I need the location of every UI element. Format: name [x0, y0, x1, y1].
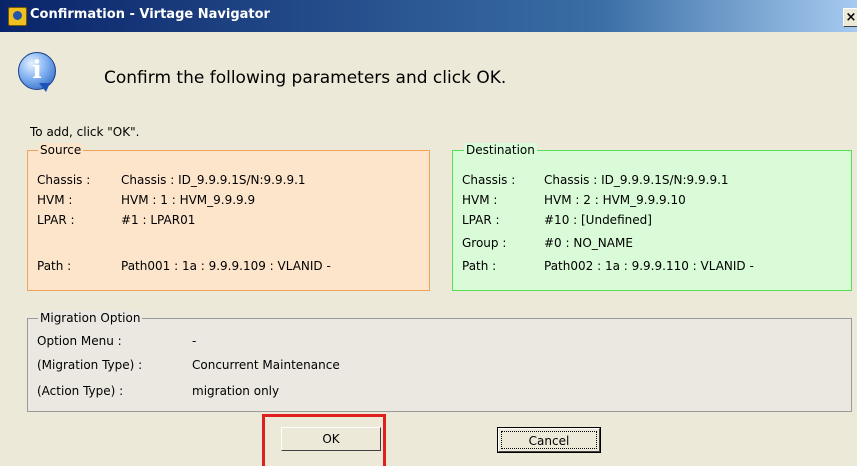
source-value-path: Path001 : 1a : 9.9.9.109 : VLANID -: [121, 259, 331, 273]
destination-label-group: Group :: [462, 236, 507, 250]
cancel-button[interactable]: Cancel: [497, 427, 601, 453]
cancel-button-label: Cancel: [501, 431, 597, 449]
migration-value-action-type: migration only: [192, 384, 280, 398]
confirmation-dialog: Confirmation - Virtage Navigator × i Con…: [0, 0, 857, 466]
destination-value-chassis: Chassis : ID_9.9.9.1S/N:9.9.9.1: [544, 173, 729, 187]
destination-label-lpar: LPAR :: [462, 213, 500, 227]
migration-option-group: Migration Option Option Menu : - (Migrat…: [27, 311, 852, 412]
source-value-hvm: HVM : 1 : HVM_9.9.9.9: [121, 193, 256, 207]
migration-legend: Migration Option: [38, 311, 143, 326]
source-value-lpar: #1 : LPAR01: [121, 213, 196, 227]
source-group: Source Chassis : Chassis : ID_9.9.9.1S/N…: [27, 143, 430, 291]
destination-value-lpar: #10 : [Undefined]: [544, 213, 652, 227]
migration-label-option-menu: Option Menu :: [37, 334, 122, 348]
destination-group: Destination Chassis : Chassis : ID_9.9.9…: [452, 143, 852, 291]
info-glyph: i: [32, 55, 42, 84]
close-button[interactable]: ×: [843, 8, 857, 27]
destination-value-path: Path002 : 1a : 9.9.9.110 : VLANID -: [544, 259, 754, 273]
source-label-lpar: LPAR :: [37, 213, 75, 227]
destination-label-path: Path :: [462, 259, 497, 273]
source-label-path: Path :: [37, 259, 72, 273]
info-icon-tail: [39, 83, 50, 92]
destination-label-hvm: HVM :: [462, 193, 498, 207]
migration-label-action-type: (Action Type) :: [37, 384, 124, 398]
instruction-text: To add, click "OK".: [30, 125, 140, 139]
source-legend: Source: [38, 143, 84, 158]
destination-value-hvm: HVM : 2 : HVM_9.9.9.10: [544, 193, 686, 207]
info-icon: i: [18, 52, 56, 92]
app-icon: [8, 7, 27, 26]
title-bar[interactable]: Confirmation - Virtage Navigator ×: [0, 0, 857, 32]
confirmation-message: Confirm the following parameters and cli…: [104, 68, 507, 88]
source-label-hvm: HVM :: [37, 193, 73, 207]
source-label-chassis: Chassis :: [37, 173, 91, 187]
migration-value-migration-type: Concurrent Maintenance: [192, 358, 340, 372]
migration-value-option-menu: -: [192, 334, 197, 348]
destination-legend: Destination: [464, 143, 537, 158]
migration-label-migration-type: (Migration Type) :: [37, 358, 143, 372]
window-title: Confirmation - Virtage Navigator: [30, 7, 270, 22]
ok-button-highlight: [262, 414, 386, 466]
source-value-chassis: Chassis : ID_9.9.9.1S/N:9.9.9.1: [121, 173, 306, 187]
destination-value-group: #0 : NO_NAME: [544, 236, 633, 250]
destination-label-chassis: Chassis :: [462, 173, 516, 187]
